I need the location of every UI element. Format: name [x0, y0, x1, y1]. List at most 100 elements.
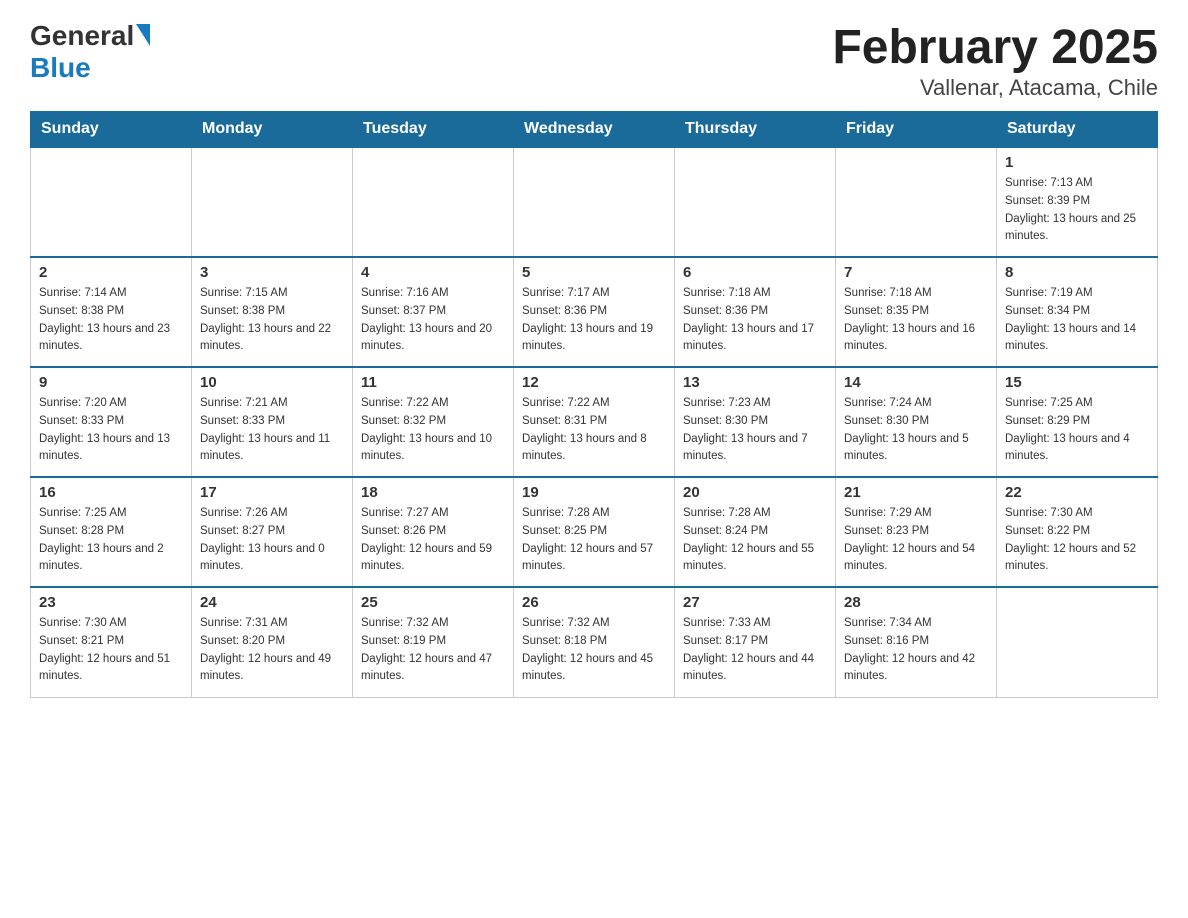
day-number: 4 — [361, 264, 505, 281]
day-number: 10 — [200, 374, 344, 391]
table-row: 28 Sunrise: 7:34 AM Sunset: 8:16 PM Dayli… — [836, 587, 997, 697]
day-number: 8 — [1005, 264, 1149, 281]
day-number: 26 — [522, 594, 666, 611]
day-info: Sunrise: 7:30 AM Sunset: 8:22 PM Dayligh… — [1005, 505, 1149, 576]
col-monday: Monday — [192, 112, 353, 148]
day-number: 6 — [683, 264, 827, 281]
table-row: 23 Sunrise: 7:30 AM Sunset: 8:21 PM Dayli… — [31, 587, 192, 697]
calendar-week-row: 2 Sunrise: 7:14 AM Sunset: 8:38 PM Daylig… — [31, 257, 1158, 367]
day-info: Sunrise: 7:32 AM Sunset: 8:18 PM Dayligh… — [522, 615, 666, 686]
day-info: Sunrise: 7:15 AM Sunset: 8:38 PM Dayligh… — [200, 285, 344, 356]
day-info: Sunrise: 7:21 AM Sunset: 8:33 PM Dayligh… — [200, 395, 344, 466]
table-row: 17 Sunrise: 7:26 AM Sunset: 8:27 PM Dayli… — [192, 477, 353, 587]
table-row — [675, 147, 836, 257]
logo-triangle-icon — [136, 24, 150, 46]
day-info: Sunrise: 7:19 AM Sunset: 8:34 PM Dayligh… — [1005, 285, 1149, 356]
day-number: 7 — [844, 264, 988, 281]
day-info: Sunrise: 7:17 AM Sunset: 8:36 PM Dayligh… — [522, 285, 666, 356]
day-info: Sunrise: 7:26 AM Sunset: 8:27 PM Dayligh… — [200, 505, 344, 576]
day-number: 27 — [683, 594, 827, 611]
table-row: 1Sunrise: 7:13 AM Sunset: 8:39 PM Daylig… — [997, 147, 1158, 257]
table-row: 20 Sunrise: 7:28 AM Sunset: 8:24 PM Dayli… — [675, 477, 836, 587]
calendar-week-row: 9 Sunrise: 7:20 AM Sunset: 8:33 PM Daylig… — [31, 367, 1158, 477]
col-thursday: Thursday — [675, 112, 836, 148]
logo: General Blue — [30, 20, 150, 84]
table-row: 26 Sunrise: 7:32 AM Sunset: 8:18 PM Dayli… — [514, 587, 675, 697]
day-info: Sunrise: 7:25 AM Sunset: 8:29 PM Dayligh… — [1005, 395, 1149, 466]
day-info: Sunrise: 7:28 AM Sunset: 8:24 PM Dayligh… — [683, 505, 827, 576]
calendar-table: Sunday Monday Tuesday Wednesday Thursday… — [30, 111, 1158, 698]
day-number: 23 — [39, 594, 183, 611]
day-info: Sunrise: 7:30 AM Sunset: 8:21 PM Dayligh… — [39, 615, 183, 686]
day-number: 5 — [522, 264, 666, 281]
table-row: 13Sunrise: 7:23 AM Sunset: 8:30 PM Dayli… — [675, 367, 836, 477]
day-info: Sunrise: 7:33 AM Sunset: 8:17 PM Dayligh… — [683, 615, 827, 686]
day-number: 22 — [1005, 484, 1149, 501]
day-number: 13 — [683, 374, 827, 391]
col-sunday: Sunday — [31, 112, 192, 148]
calendar-header-row: Sunday Monday Tuesday Wednesday Thursday… — [31, 112, 1158, 148]
table-row: 9 Sunrise: 7:20 AM Sunset: 8:33 PM Daylig… — [31, 367, 192, 477]
table-row — [353, 147, 514, 257]
day-info: Sunrise: 7:34 AM Sunset: 8:16 PM Dayligh… — [844, 615, 988, 686]
day-number: 17 — [200, 484, 344, 501]
day-number: 28 — [844, 594, 988, 611]
day-number: 14 — [844, 374, 988, 391]
day-info: Sunrise: 7:28 AM Sunset: 8:25 PM Dayligh… — [522, 505, 666, 576]
day-number: 3 — [200, 264, 344, 281]
day-number: 20 — [683, 484, 827, 501]
day-number: 1 — [1005, 154, 1149, 171]
table-row: 16 Sunrise: 7:25 AM Sunset: 8:28 PM Dayli… — [31, 477, 192, 587]
calendar-week-row: 23 Sunrise: 7:30 AM Sunset: 8:21 PM Dayli… — [31, 587, 1158, 697]
table-row: 14 Sunrise: 7:24 AM Sunset: 8:30 PM Dayli… — [836, 367, 997, 477]
day-info: Sunrise: 7:20 AM Sunset: 8:33 PM Dayligh… — [39, 395, 183, 466]
table-row — [997, 587, 1158, 697]
calendar-title: February 2025 — [832, 20, 1158, 75]
table-row: 19 Sunrise: 7:28 AM Sunset: 8:25 PM Dayli… — [514, 477, 675, 587]
day-info: Sunrise: 7:18 AM Sunset: 8:36 PM Dayligh… — [683, 285, 827, 356]
table-row: 21 Sunrise: 7:29 AM Sunset: 8:23 PM Dayli… — [836, 477, 997, 587]
table-row: 3 Sunrise: 7:15 AM Sunset: 8:38 PM Daylig… — [192, 257, 353, 367]
table-row: 18Sunrise: 7:27 AM Sunset: 8:26 PM Dayli… — [353, 477, 514, 587]
table-row: 5 Sunrise: 7:17 AM Sunset: 8:36 PM Daylig… — [514, 257, 675, 367]
day-info: Sunrise: 7:24 AM Sunset: 8:30 PM Dayligh… — [844, 395, 988, 466]
day-info: Sunrise: 7:25 AM Sunset: 8:28 PM Dayligh… — [39, 505, 183, 576]
day-number: 24 — [200, 594, 344, 611]
day-info: Sunrise: 7:14 AM Sunset: 8:38 PM Dayligh… — [39, 285, 183, 356]
table-row: 24 Sunrise: 7:31 AM Sunset: 8:20 PM Dayli… — [192, 587, 353, 697]
col-friday: Friday — [836, 112, 997, 148]
day-number: 11 — [361, 374, 505, 391]
day-info: Sunrise: 7:16 AM Sunset: 8:37 PM Dayligh… — [361, 285, 505, 356]
table-row — [31, 147, 192, 257]
day-info: Sunrise: 7:31 AM Sunset: 8:20 PM Dayligh… — [200, 615, 344, 686]
page-header: General Blue February 2025 Vallenar, Ata… — [30, 20, 1158, 101]
day-number: 21 — [844, 484, 988, 501]
day-number: 12 — [522, 374, 666, 391]
table-row: 11 Sunrise: 7:22 AM Sunset: 8:32 PM Dayli… — [353, 367, 514, 477]
col-tuesday: Tuesday — [353, 112, 514, 148]
table-row: 10 Sunrise: 7:21 AM Sunset: 8:33 PM Dayli… — [192, 367, 353, 477]
day-info: Sunrise: 7:29 AM Sunset: 8:23 PM Dayligh… — [844, 505, 988, 576]
logo-blue: Blue — [30, 52, 91, 84]
table-row: 7 Sunrise: 7:18 AM Sunset: 8:35 PM Daylig… — [836, 257, 997, 367]
table-row: 4 Sunrise: 7:16 AM Sunset: 8:37 PM Daylig… — [353, 257, 514, 367]
col-wednesday: Wednesday — [514, 112, 675, 148]
day-info: Sunrise: 7:18 AM Sunset: 8:35 PM Dayligh… — [844, 285, 988, 356]
table-row: 25Sunrise: 7:32 AM Sunset: 8:19 PM Dayli… — [353, 587, 514, 697]
table-row — [192, 147, 353, 257]
day-number: 15 — [1005, 374, 1149, 391]
day-number: 2 — [39, 264, 183, 281]
calendar-week-row: 16 Sunrise: 7:25 AM Sunset: 8:28 PM Dayli… — [31, 477, 1158, 587]
day-info: Sunrise: 7:22 AM Sunset: 8:32 PM Dayligh… — [361, 395, 505, 466]
day-number: 19 — [522, 484, 666, 501]
table-row: 2 Sunrise: 7:14 AM Sunset: 8:38 PM Daylig… — [31, 257, 192, 367]
table-row: 12 Sunrise: 7:22 AM Sunset: 8:31 PM Dayli… — [514, 367, 675, 477]
logo-general: General — [30, 20, 134, 52]
day-number: 16 — [39, 484, 183, 501]
day-number: 18 — [361, 484, 505, 501]
table-row: 27 Sunrise: 7:33 AM Sunset: 8:17 PM Dayli… — [675, 587, 836, 697]
table-row — [514, 147, 675, 257]
day-info: Sunrise: 7:22 AM Sunset: 8:31 PM Dayligh… — [522, 395, 666, 466]
table-row: 6 Sunrise: 7:18 AM Sunset: 8:36 PM Daylig… — [675, 257, 836, 367]
day-number: 9 — [39, 374, 183, 391]
